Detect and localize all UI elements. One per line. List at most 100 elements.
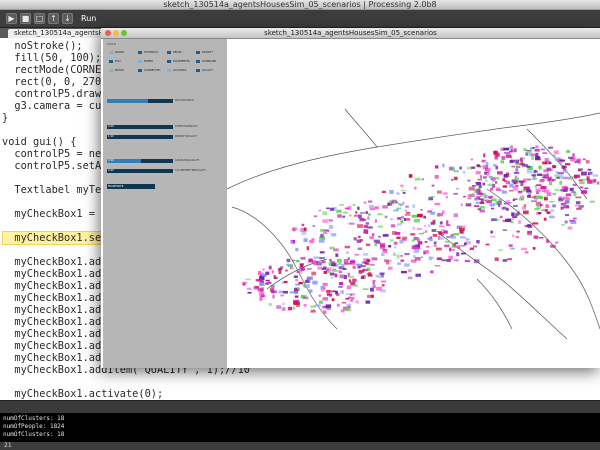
house-agent bbox=[299, 263, 304, 265]
house-agent bbox=[526, 189, 531, 192]
house-agent bbox=[531, 174, 536, 177]
house-agent bbox=[303, 227, 307, 232]
house-agent bbox=[542, 161, 547, 165]
open-icon[interactable]: ↑ bbox=[48, 13, 59, 24]
house-agent bbox=[257, 287, 262, 292]
house-agent bbox=[362, 253, 369, 256]
house-agent bbox=[577, 169, 581, 172]
house-agent bbox=[404, 213, 411, 216]
house-agent bbox=[574, 204, 579, 207]
run-icon[interactable]: ▶ bbox=[6, 13, 17, 24]
checkbox-toggle[interactable] bbox=[196, 69, 200, 72]
house-agent bbox=[504, 152, 510, 154]
house-agent bbox=[433, 244, 437, 247]
house-agent bbox=[512, 186, 516, 189]
sketch-window[interactable]: sketch_130514a_agentsHousesSim_05_scenar… bbox=[101, 28, 600, 368]
house-agent bbox=[533, 170, 537, 173]
house-agent bbox=[426, 245, 430, 248]
house-agent bbox=[344, 245, 351, 249]
house-agent bbox=[273, 275, 276, 279]
house-agent bbox=[432, 219, 436, 223]
house-agent bbox=[417, 241, 423, 245]
house-agent bbox=[584, 187, 589, 190]
house-agent bbox=[439, 221, 443, 225]
simulation-canvas[interactable] bbox=[227, 39, 600, 368]
house-agent bbox=[321, 260, 326, 264]
house-agent bbox=[382, 205, 388, 209]
house-agent bbox=[559, 159, 565, 162]
house-agent bbox=[549, 215, 555, 219]
house-agent bbox=[272, 294, 275, 299]
house-agent bbox=[454, 245, 461, 249]
checkbox-toggle[interactable] bbox=[196, 60, 200, 63]
house-agent bbox=[329, 208, 335, 211]
house-agent bbox=[308, 258, 313, 263]
checkbox-toggle[interactable] bbox=[109, 60, 113, 63]
house-agent bbox=[483, 153, 486, 158]
house-agent bbox=[486, 172, 490, 177]
checkbox-toggle[interactable] bbox=[138, 51, 142, 54]
house-agent bbox=[514, 172, 520, 174]
house-agent bbox=[436, 247, 442, 251]
house-agent bbox=[468, 186, 475, 191]
house-agent bbox=[397, 217, 402, 220]
code-line: fill(50, 100); bbox=[2, 52, 102, 64]
slider[interactable]: 1.00 bbox=[107, 135, 173, 139]
house-agent bbox=[352, 278, 357, 282]
slider[interactable]: 0.00 bbox=[107, 125, 173, 129]
checkbox-toggle[interactable] bbox=[167, 60, 171, 63]
house-agent bbox=[270, 284, 275, 289]
house-agent bbox=[420, 209, 423, 211]
house-agent bbox=[476, 182, 481, 185]
house-agent bbox=[491, 207, 494, 210]
house-agent bbox=[286, 258, 291, 263]
house-agent bbox=[511, 165, 516, 168]
checkbox-toggle[interactable] bbox=[138, 69, 142, 72]
house-agent bbox=[544, 157, 549, 161]
house-agent bbox=[334, 273, 338, 278]
house-agent bbox=[374, 206, 380, 210]
house-agent bbox=[545, 196, 548, 198]
house-agent bbox=[367, 216, 370, 220]
house-agent bbox=[411, 214, 418, 218]
slider[interactable]: 0.50 bbox=[107, 159, 173, 163]
house-agent bbox=[479, 206, 485, 209]
new-icon[interactable]: □ bbox=[34, 13, 45, 24]
checkbox-toggle[interactable] bbox=[109, 69, 113, 72]
checkbox-toggle[interactable] bbox=[167, 51, 171, 54]
house-agent bbox=[581, 190, 587, 194]
checkbox-label: RENTA bbox=[173, 51, 182, 54]
checkbox-toggle[interactable] bbox=[138, 60, 142, 63]
house-agent bbox=[428, 256, 434, 259]
checkbox-toggle[interactable] bbox=[167, 69, 171, 72]
house-agent bbox=[365, 243, 371, 246]
house-agent bbox=[565, 193, 572, 197]
house-agent bbox=[543, 174, 549, 179]
footer-bar: 21 bbox=[0, 442, 600, 450]
save-icon[interactable]: ↓ bbox=[62, 13, 73, 24]
house-agent bbox=[371, 294, 374, 298]
checkbox-toggle[interactable] bbox=[109, 51, 113, 54]
house-agent bbox=[477, 165, 482, 168]
house-agent bbox=[510, 145, 513, 147]
house-agent bbox=[265, 279, 270, 282]
house-agent bbox=[446, 259, 451, 262]
stop-icon[interactable]: ■ bbox=[20, 13, 31, 24]
slider-value: 1.00 bbox=[108, 135, 114, 138]
house-agent bbox=[367, 213, 371, 216]
house-agent bbox=[566, 150, 570, 153]
house-agent bbox=[568, 177, 573, 180]
house-agent bbox=[434, 174, 439, 179]
sketch-window-title: sketch_130514a_agentsHousesSim_05_scenar… bbox=[264, 29, 437, 37]
house-agent bbox=[336, 293, 340, 297]
house-agent bbox=[575, 201, 581, 205]
house-agent bbox=[445, 196, 448, 199]
house-agent bbox=[499, 215, 503, 219]
checkbox-toggle[interactable] bbox=[196, 51, 200, 54]
slider[interactable]: 0.90 bbox=[107, 169, 173, 173]
code-line: } bbox=[2, 112, 9, 124]
house-agent bbox=[572, 217, 577, 220]
house-agent bbox=[326, 293, 331, 295]
code-line: void gui() { bbox=[2, 136, 77, 148]
slider[interactable] bbox=[107, 99, 173, 103]
